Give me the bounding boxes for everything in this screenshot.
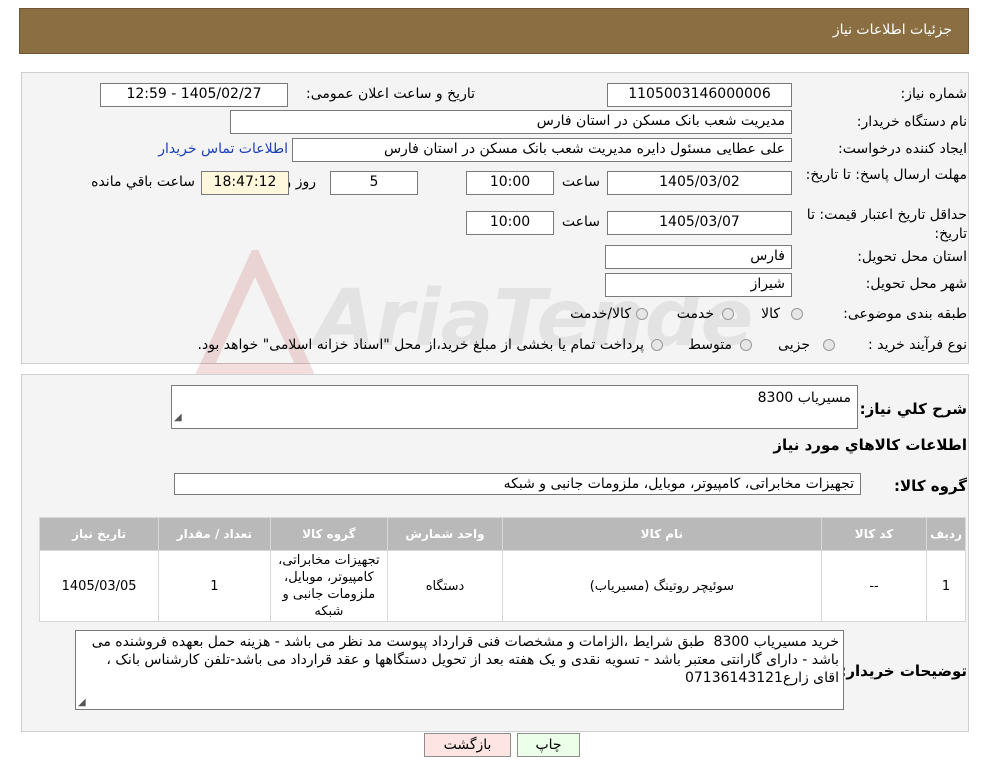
deadline-time-field: 10:00	[466, 171, 554, 195]
summary-text: مسیریاب 8300	[757, 390, 851, 406]
province-label: استان محل تحویل:	[857, 249, 967, 265]
col-header-qty: تعداد / مقدار	[158, 517, 271, 551]
table-row: 1 -- سوئیچر روتینگ (مسیریاب) دستگاه تجهی…	[38, 550, 966, 622]
buyer-org-field: مدیریت شعب بانک مسکن در استان فارس	[230, 110, 792, 134]
page-title: جزئیات اطلاعات نیاز	[832, 22, 952, 38]
process-label: نوع فرآیند خرید :	[868, 337, 967, 353]
cell-date: 1405/03/05	[38, 550, 160, 622]
need-number-label: شماره نیاز:	[900, 86, 968, 102]
process-medium-label: متوسط	[688, 337, 732, 353]
requester-field: علی عطایی مسئول دایره مدیریت شعب بانک مس…	[292, 138, 792, 162]
process-minor-label: جزیی	[778, 337, 810, 353]
category-service-label: خدمت	[676, 306, 714, 322]
category-goods-service-label: کالا/خدمت	[570, 306, 631, 322]
deadline-date-field: 1405/03/02	[607, 171, 792, 195]
days-label: روز و	[284, 174, 317, 190]
cell-name: سوئیچر روتینگ (مسیریاب)	[501, 550, 822, 622]
cell-unit: دستگاه	[387, 550, 503, 622]
validity-time-label: ساعت	[561, 214, 600, 230]
summary-field: مسیریاب 8300 ◢	[171, 385, 858, 429]
remaining-time-field: 18:47:12	[201, 171, 289, 195]
cell-row: 1	[926, 550, 966, 622]
cell-code: --	[820, 550, 928, 622]
deadline-time-label: ساعت	[561, 174, 600, 190]
process-medium-radio[interactable]	[740, 339, 752, 351]
announce-datetime-field: 1405/02/27 - 12:59	[100, 83, 288, 107]
category-goods-radio[interactable]	[791, 308, 803, 320]
summary-label: شرح کلي نياز:	[859, 400, 967, 418]
treasury-checkbox[interactable]	[651, 339, 663, 351]
page-header: جزئیات اطلاعات نیاز	[19, 8, 969, 54]
category-goods-label: کالا	[761, 306, 780, 322]
remaining-time-label: ساعت باقي مانده	[91, 174, 195, 190]
validity-label-text: حداقل تاریخ اعتبار قیمت: تا تاریخ:	[806, 207, 967, 242]
back-button[interactable]: بازگشت	[424, 733, 511, 757]
category-label: طبقه بندی موضوعی:	[843, 306, 967, 322]
goods-group-label: گروه کالا:	[894, 477, 967, 495]
category-service-radio[interactable]	[722, 308, 734, 320]
col-header-date: تاریخ نیاز	[38, 517, 160, 551]
items-table-wrapper: ردیف کد کالا نام کالا واحد شمارش گروه کا…	[38, 517, 966, 622]
process-minor-radio[interactable]	[823, 339, 835, 351]
notes-textarea[interactable]: خرید مسیریاب 8300 طبق شرایط ،الزامات و م…	[75, 630, 844, 710]
treasury-note: پرداخت تمام یا بخشی از مبلغ خرید،از محل …	[197, 337, 644, 353]
announce-label: تاریخ و ساعت اعلان عمومی:	[306, 86, 475, 102]
requester-label: ایجاد کننده درخواست:	[838, 141, 967, 157]
validity-time-field: 10:00	[466, 211, 554, 235]
buyer-contact-link[interactable]: اطلاعات تماس خریدار	[158, 141, 288, 157]
city-field: شیراز	[605, 273, 792, 297]
table-header-row: ردیف کد کالا نام کالا واحد شمارش گروه کا…	[38, 517, 966, 551]
need-number-field: 1105003146000006	[607, 83, 792, 107]
print-button[interactable]: چاپ	[517, 733, 580, 757]
deadline-label: مهلت ارسال پاسخ: تا تاریخ:	[787, 166, 967, 185]
category-goods-service-radio[interactable]	[636, 308, 648, 320]
notes-label: توضیحات خریدار:	[840, 662, 967, 680]
col-header-code: کد کالا	[820, 517, 928, 551]
items-table: ردیف کد کالا نام کالا واحد شمارش گروه کا…	[38, 517, 966, 622]
col-header-name: نام کالا	[501, 517, 822, 551]
col-header-unit: واحد شمارش	[387, 517, 503, 551]
cell-qty: 1	[158, 550, 271, 622]
province-field: فارس	[605, 245, 792, 269]
goods-info-title: اطلاعات کالاهاي مورد نياز	[773, 436, 967, 454]
city-label: شهر محل تحویل:	[865, 276, 967, 292]
buyer-org-label: نام دستگاه خریدار:	[856, 114, 967, 130]
validity-date-field: 1405/03/07	[607, 211, 792, 235]
cell-group: تجهیزات مخابراتی، کامپیوتر، موبایل، ملزو…	[269, 550, 389, 622]
deadline-label-text: مهلت ارسال پاسخ: تا تاریخ:	[805, 167, 967, 183]
goods-group-field: تجهیزات مخابراتی، کامپیوتر، موبایل، ملزو…	[174, 473, 861, 495]
col-header-row: ردیف	[926, 517, 966, 551]
resize-grip-icon[interactable]: ◢	[174, 408, 182, 428]
validity-label: حداقل تاریخ اعتبار قیمت: تا تاریخ:	[787, 206, 967, 244]
days-remaining-field: 5	[330, 171, 418, 195]
notes-resize-grip-icon[interactable]: ◢	[78, 697, 86, 708]
col-header-group: گروه کالا	[269, 517, 389, 551]
